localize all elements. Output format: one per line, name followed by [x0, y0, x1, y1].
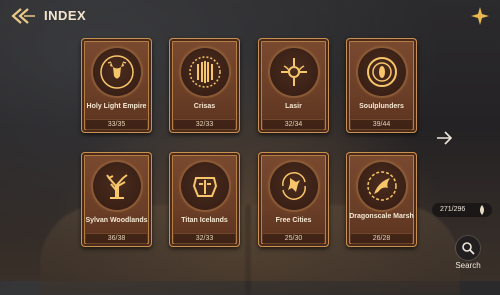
- faction-name: Crisas: [193, 103, 216, 110]
- back-button[interactable]: [10, 7, 36, 25]
- emblem: [181, 162, 229, 210]
- dragon-icon: [367, 171, 397, 201]
- tree-icon: [106, 174, 128, 199]
- faction-count: 39/44: [372, 121, 391, 128]
- faction-card-free-cities[interactable]: Free Cities 25/30: [258, 152, 329, 247]
- count-bar: 26/28: [351, 233, 412, 244]
- faction-count: 25/30: [284, 235, 303, 242]
- next-page-button[interactable]: [436, 131, 453, 145]
- emblem: [93, 162, 141, 210]
- faction-count: 32/34: [284, 121, 303, 128]
- sparkle-icon: [471, 7, 489, 25]
- count-bar: 33/35: [86, 119, 147, 130]
- winged-orb-icon: [281, 58, 307, 86]
- count-bar: 25/30: [263, 233, 324, 244]
- emblem: [358, 48, 406, 96]
- faction-name: Lasir: [285, 103, 302, 110]
- bird-icon: [282, 172, 306, 200]
- count-bar: 32/33: [174, 119, 235, 130]
- soul-drop-icon: [480, 205, 484, 215]
- arrow-right-icon: [437, 131, 453, 145]
- faction-card-crisas[interactable]: Crisas 32/33: [169, 38, 240, 133]
- emblem: [270, 48, 318, 96]
- faction-card-sylvan-woodlands[interactable]: Sylvan Woodlands 36/38: [81, 152, 152, 247]
- faction-name: Holy Light Empire: [86, 103, 147, 110]
- faction-card-lasir[interactable]: Lasir 32/34: [258, 38, 329, 133]
- emblem: [93, 48, 141, 96]
- emblem: [270, 162, 318, 210]
- faction-card-holy-light-empire[interactable]: Holy Light Empire 33/35: [81, 38, 152, 133]
- faction-card-soulplunders[interactable]: Soulplunders 39/44: [346, 38, 417, 133]
- emblem: [181, 48, 229, 96]
- faction-name: Free Cities: [275, 217, 312, 224]
- page-title: INDEX: [44, 8, 87, 23]
- vortex-eye-icon: [367, 57, 397, 87]
- faction-name: Dragonscale Marsh: [349, 213, 414, 220]
- search-circle: [456, 236, 480, 260]
- deer-icon: [100, 55, 134, 89]
- helmet-icon: [192, 177, 218, 197]
- count-bar: 39/44: [351, 119, 412, 130]
- faction-name: Soulplunders: [359, 103, 404, 110]
- faction-card-titan-icelands[interactable]: Titan Icelands 32/33: [169, 152, 240, 247]
- faction-card-dragonscale-marsh[interactable]: Dragonscale Marsh 26/28: [346, 152, 417, 247]
- faction-count: 33/35: [107, 121, 126, 128]
- search-button[interactable]: Search: [448, 236, 488, 276]
- collection-progress: 271/296: [432, 203, 492, 217]
- faction-count: 36/38: [107, 235, 126, 242]
- count-bar: 32/33: [174, 233, 235, 244]
- faction-count: 26/28: [372, 235, 391, 242]
- faction-name: Sylvan Woodlands: [85, 217, 148, 224]
- faction-count: 32/33: [195, 121, 214, 128]
- count-bar: 36/38: [86, 233, 147, 244]
- double-chevron-left-icon: [11, 8, 35, 24]
- sparkle-button[interactable]: [470, 6, 490, 26]
- faction-name: Titan Icelands: [181, 217, 228, 224]
- search-icon: [462, 242, 475, 255]
- search-label: Search: [455, 261, 481, 270]
- claw-marks-icon: [189, 56, 221, 88]
- progress-text: 271/296: [440, 206, 466, 213]
- faction-count: 32/33: [195, 235, 214, 242]
- header: INDEX: [0, 0, 500, 32]
- count-bar: 32/34: [263, 119, 324, 130]
- emblem: [358, 162, 406, 210]
